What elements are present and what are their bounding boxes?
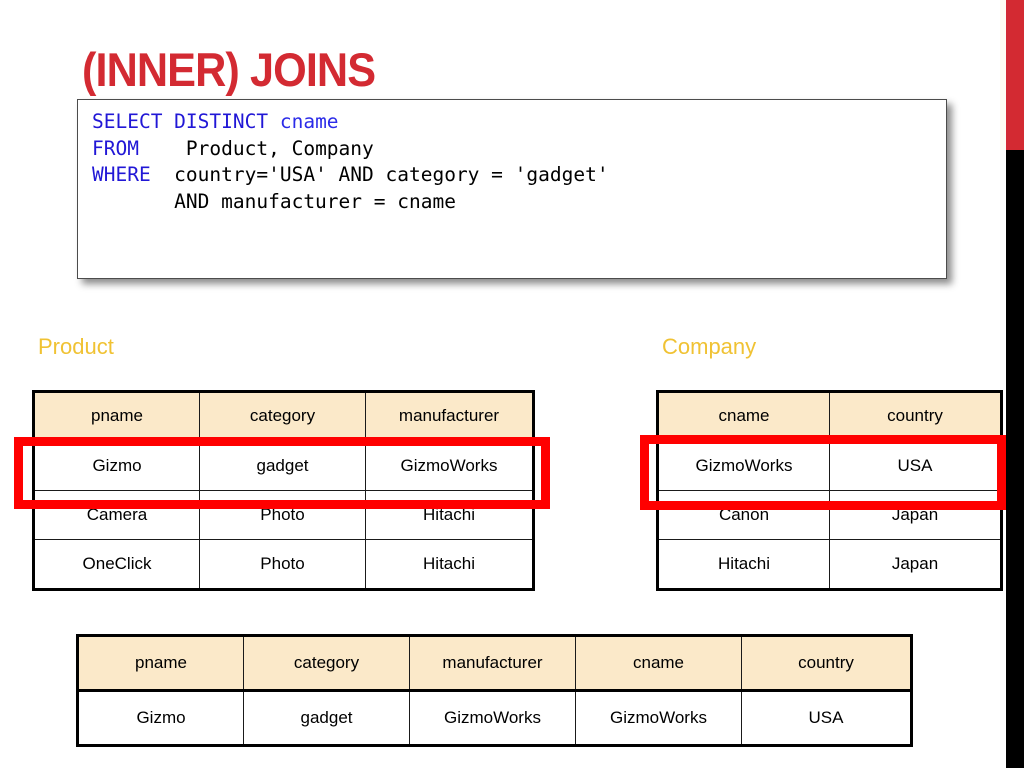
table-row: Hitachi Japan [657, 539, 1002, 590]
table-row: Gizmo gadget GizmoWorks [33, 440, 534, 491]
table-cell: GizmoWorks [365, 440, 534, 491]
table-cell: Canon [657, 490, 830, 540]
table-row: Canon Japan [657, 490, 1002, 540]
table-cell: Japan [829, 539, 1002, 590]
sql-query-code: SELECT DISTINCT cname FROM Product, Comp… [92, 109, 609, 215]
table-cell: gadget [199, 440, 366, 491]
sidebar-accent-red [1006, 0, 1024, 150]
column-header: country [741, 635, 912, 692]
join-result-table: pname category manufacturer cname countr… [76, 634, 913, 747]
table-header-row: pname category manufacturer [33, 391, 534, 442]
column-header: pname [33, 391, 200, 442]
table-cell: Gizmo [77, 690, 244, 746]
column-header: category [243, 635, 410, 692]
table-cell: GizmoWorks [657, 440, 830, 491]
column-header: manufacturer [409, 635, 576, 692]
table-header-row: pname category manufacturer cname countr… [77, 635, 912, 692]
table-cell: Hitachi [365, 539, 534, 590]
sql-token: FROM [92, 136, 139, 160]
table-cell: Hitachi [365, 490, 534, 540]
table-cell: OneClick [33, 539, 200, 590]
table-cell: Japan [829, 490, 1002, 540]
sql-query-box: SELECT DISTINCT cname FROM Product, Comp… [77, 99, 947, 279]
table-cell: Camera [33, 490, 200, 540]
sql-token: cname [279, 110, 339, 133]
sql-token: SELECT DISTINCT [92, 110, 280, 133]
table-row: GizmoWorks USA [657, 440, 1002, 491]
table-cell: USA [741, 690, 912, 746]
page-title: (INNER) JOINS [82, 43, 376, 96]
sql-token: WHERE [92, 163, 151, 186]
table-cell: Photo [199, 539, 366, 590]
column-header: manufacturer [365, 391, 534, 442]
table-cell: GizmoWorks [409, 690, 576, 746]
sql-token: AND manufacturer = cname [92, 189, 456, 213]
column-header: cname [575, 635, 742, 692]
sql-token: country='USA' AND category = 'gadget' [150, 163, 609, 186]
sidebar-accent-black [1006, 150, 1024, 768]
sidebar-accent-band [1006, 0, 1024, 768]
column-header: category [199, 391, 366, 442]
table-cell: USA [829, 440, 1002, 491]
table-cell: Photo [199, 490, 366, 540]
table-row: Gizmo gadget GizmoWorks GizmoWorks USA [77, 690, 912, 746]
column-header: country [829, 391, 1002, 442]
product-table-caption: Product [38, 334, 114, 359]
product-table: pname category manufacturer Gizmo gadget… [32, 390, 535, 591]
table-cell: Gizmo [33, 440, 200, 491]
table-cell: Hitachi [657, 539, 830, 590]
company-table: cname country GizmoWorks USA Canon Japan… [656, 390, 1003, 591]
table-header-row: cname country [657, 391, 1002, 442]
sql-token: Product, Company [138, 136, 374, 160]
table-cell: gadget [243, 690, 410, 746]
column-header: pname [77, 635, 244, 692]
table-cell: GizmoWorks [575, 690, 742, 746]
table-row: Camera Photo Hitachi [33, 490, 534, 540]
table-row: OneClick Photo Hitachi [33, 539, 534, 590]
column-header: cname [657, 391, 830, 442]
company-table-caption: Company [662, 334, 757, 359]
